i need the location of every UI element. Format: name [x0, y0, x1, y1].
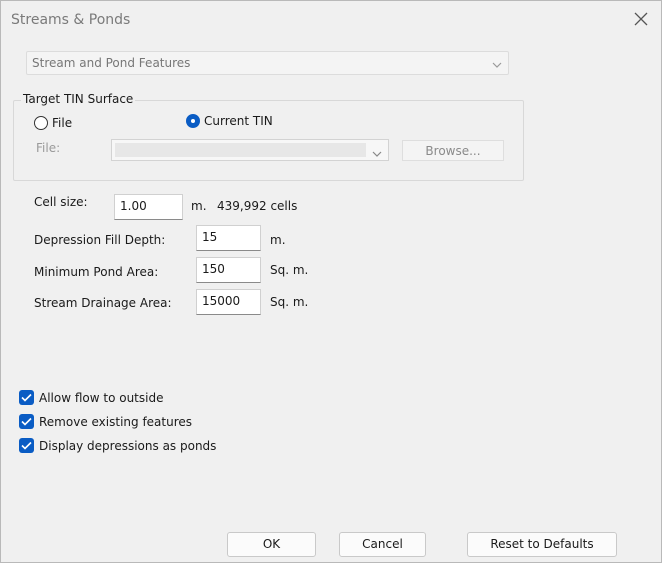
close-icon[interactable]: [633, 11, 649, 27]
depression-fill-input[interactable]: 15: [196, 225, 261, 251]
file-label: File:: [36, 141, 61, 155]
window-title: Streams & Ponds: [11, 12, 131, 28]
file-path-combo[interactable]: [111, 139, 389, 161]
file-path-value: [115, 143, 366, 157]
checkbox-allow-flow[interactable]: Allow flow to outside: [19, 390, 163, 405]
ok-button[interactable]: OK: [227, 532, 316, 557]
depression-fill-unit: m.: [270, 233, 286, 247]
feature-type-dropdown[interactable]: Stream and Pond Features: [26, 51, 509, 75]
checkmark-icon[interactable]: [19, 414, 34, 429]
cancel-button[interactable]: Cancel: [339, 532, 426, 557]
radio-file-circle[interactable]: [34, 116, 48, 130]
cell-size-input[interactable]: 1.00: [114, 194, 183, 220]
chevron-down-icon: [492, 58, 502, 72]
chevron-down-icon[interactable]: [372, 147, 382, 161]
checkmark-icon[interactable]: [19, 390, 34, 405]
checkbox-remove-existing-label: Remove existing features: [39, 414, 193, 429]
title-bar: Streams & Ponds: [1, 1, 661, 39]
radio-current-tin-label: Current TIN: [204, 114, 273, 128]
streams-ponds-dialog: Streams & Ponds Stream and Pond Features…: [0, 0, 662, 563]
checkbox-display-depressions[interactable]: Display depressions as ponds: [19, 438, 216, 453]
depression-fill-label: Depression Fill Depth:: [34, 233, 166, 247]
target-tin-group-label: Target TIN Surface: [21, 92, 136, 106]
cell-size-unit: m.: [191, 199, 207, 213]
feature-type-value: Stream and Pond Features: [32, 56, 191, 70]
checkbox-display-depressions-label: Display depressions as ponds: [39, 438, 217, 453]
min-pond-area-unit: Sq. m.: [270, 263, 309, 277]
radio-file[interactable]: File: [34, 116, 72, 130]
radio-current-tin[interactable]: Current TIN: [186, 114, 273, 128]
checkmark-icon[interactable]: [19, 438, 34, 453]
checkbox-remove-existing[interactable]: Remove existing features: [19, 414, 192, 429]
cell-count: 439,992 cells: [217, 199, 298, 213]
stream-drainage-input[interactable]: 15000: [196, 289, 261, 315]
stream-drainage-label: Stream Drainage Area:: [34, 296, 172, 310]
cell-size-label: Cell size:: [34, 195, 88, 209]
reset-defaults-button[interactable]: Reset to Defaults: [467, 532, 617, 557]
min-pond-area-input[interactable]: 150: [196, 257, 261, 283]
min-pond-area-label: Minimum Pond Area:: [34, 265, 159, 279]
browse-button[interactable]: Browse...: [402, 140, 504, 161]
radio-current-tin-circle[interactable]: [186, 114, 200, 128]
radio-file-label: File: [52, 116, 73, 130]
stream-drainage-unit: Sq. m.: [270, 295, 309, 309]
checkbox-allow-flow-label: Allow flow to outside: [39, 390, 164, 405]
